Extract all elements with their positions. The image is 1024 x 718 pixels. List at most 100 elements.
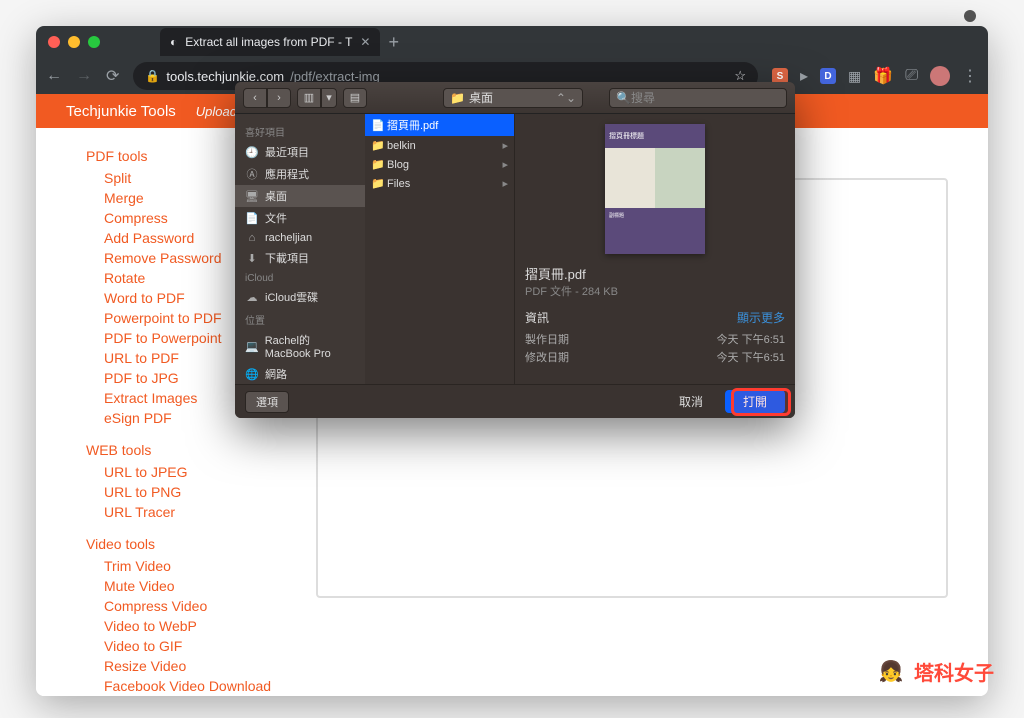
- minimize-window-button[interactable]: [68, 36, 80, 48]
- sidebar-item-icon: 📄: [245, 212, 259, 225]
- sidebar-item[interactable]: 💻 Rachel的 MacBook Pro: [235, 329, 365, 363]
- chevron-right-icon: ▸: [502, 158, 508, 171]
- tab-favicon: ◐: [170, 35, 177, 49]
- sidebar-link[interactable]: Trim Video: [86, 556, 286, 576]
- thumb-header: 摺頁冊標題: [605, 124, 705, 148]
- sidebar-section-header: iCloud: [235, 269, 365, 286]
- meta-value: 今天 下午6:51: [717, 349, 785, 365]
- tab-close-button[interactable]: ✕: [360, 35, 370, 49]
- sidebar-item[interactable]: ⌂ racheljian: [235, 229, 365, 247]
- sidebar-link[interactable]: URL to PNG: [86, 482, 286, 502]
- path-selector[interactable]: 📁 桌面 ⌃⌄: [443, 88, 583, 108]
- watermark: 👧 塔科女子: [874, 654, 994, 688]
- dialog-sidebar: 喜好項目🕘最近項目Ⓐ應用程式🖥桌面📄文件 ⌂ racheljian ⬇ 下載項目 iClo…: [235, 114, 365, 384]
- titlebar: ◐ Extract all images from PDF - T ✕ +: [36, 26, 988, 58]
- sidebar-link[interactable]: Video to WebP: [86, 616, 286, 636]
- brand-title: Techjunkie Tools: [66, 103, 176, 120]
- preview-meta: 摺頁冊.pdf PDF 文件 - 284 KB 資訊 顯示更多 製作日期今天 下…: [525, 264, 785, 366]
- search-input[interactable]: 🔍 搜尋: [609, 88, 787, 108]
- sidebar-item-label: racheljian: [265, 232, 312, 244]
- file-row[interactable]: 📁 belkin ▸: [365, 136, 514, 155]
- sidebar-item-label: 桌面: [265, 188, 287, 204]
- sidebar-item-icon: 🌐: [245, 368, 259, 381]
- sidebar-link[interactable]: URL to JPEG: [86, 462, 286, 482]
- ext-icon-grid[interactable]: ▦: [848, 68, 861, 85]
- nav-fwd-icon[interactable]: ›: [267, 88, 291, 108]
- new-tab-button[interactable]: +: [388, 32, 399, 53]
- search-icon: 🔍: [616, 91, 631, 105]
- sidebar-item[interactable]: 🕘最近項目: [235, 141, 365, 163]
- nav-forward-button[interactable]: →: [76, 67, 92, 85]
- sidebar-item-label: 下載項目: [265, 250, 309, 266]
- ext-icon-play[interactable]: ▸: [800, 66, 808, 86]
- nav-back-button[interactable]: ←: [46, 67, 62, 85]
- nav-back-icon[interactable]: ‹: [243, 88, 267, 108]
- folder-icon: 📁: [371, 139, 383, 152]
- file-name: 摺頁冊.pdf: [387, 117, 438, 133]
- preview-fileinfo: PDF 文件 - 284 KB: [525, 283, 785, 299]
- sidebar-item-icon: ⌂: [245, 232, 259, 244]
- search-placeholder: 搜尋: [631, 89, 655, 106]
- close-window-button[interactable]: [48, 36, 60, 48]
- sidebar-item-icon: 💻: [245, 340, 259, 353]
- preview-thumbnail: 摺頁冊標題 副標題: [605, 124, 705, 254]
- file-row[interactable]: 📄 摺頁冊.pdf: [365, 114, 514, 136]
- sidebar-item-label: 最近項目: [265, 144, 309, 160]
- sidebar-item[interactable]: 🌐 網路: [235, 363, 365, 384]
- chevron-right-icon: ▸: [502, 139, 508, 152]
- view-dropdown-icon[interactable]: ▾: [321, 88, 337, 108]
- file-name: belkin: [387, 140, 416, 152]
- file-row[interactable]: 📁 Blog ▸: [365, 155, 514, 174]
- highlight-annotation: [731, 388, 791, 416]
- menu-button[interactable]: ⋮: [962, 66, 978, 86]
- profile-avatar[interactable]: [930, 66, 950, 86]
- sidebar-link[interactable]: Facebook Video Download: [86, 676, 286, 696]
- dialog-body: 喜好項目🕘最近項目Ⓐ應用程式🖥桌面📄文件 ⌂ racheljian ⬇ 下載項目 iClo…: [235, 114, 795, 384]
- sidebar-item[interactable]: ☁iCloud雲碟: [235, 286, 365, 308]
- sidebar-link[interactable]: Compress Video: [86, 596, 286, 616]
- sidebar-group-title[interactable]: Video tools: [86, 536, 286, 552]
- sidebar-item-label: 網路: [265, 366, 287, 382]
- sidebar-link[interactable]: URL Tracer: [86, 502, 286, 522]
- view-columns-icon[interactable]: ▥: [297, 88, 321, 108]
- browser-tab[interactable]: ◐ Extract all images from PDF - T ✕: [160, 28, 380, 56]
- folder-icon: 📁: [371, 177, 383, 190]
- file-open-dialog: ‹ › ▥ ▾ ▤ 📁 桌面 ⌃⌄ 🔍 搜尋 喜好項目🕘最近項目Ⓐ應用程式🖥桌面…: [235, 82, 795, 418]
- sidebar-item-label: iCloud雲碟: [265, 289, 318, 305]
- dialog-toolbar: ‹ › ▥ ▾ ▤ 📁 桌面 ⌃⌄ 🔍 搜尋: [235, 82, 795, 114]
- file-icon: 📄: [371, 119, 383, 132]
- maximize-window-button[interactable]: [88, 36, 100, 48]
- path-label: 桌面: [469, 89, 493, 106]
- ext-icon-d[interactable]: D: [820, 68, 836, 84]
- file-name: Files: [387, 178, 410, 190]
- sidebar-section-header: 喜好項目: [235, 120, 365, 141]
- chevron-right-icon: ▸: [502, 177, 508, 190]
- file-name: Blog: [387, 159, 409, 171]
- cancel-button[interactable]: 取消: [665, 391, 717, 412]
- cast-icon[interactable]: ⎚: [905, 67, 918, 85]
- folder-icon: 📁: [371, 158, 383, 171]
- sidebar-item-icon: ⬇: [245, 252, 259, 265]
- tab-title: Extract all images from PDF - T: [185, 35, 352, 49]
- sidebar-link[interactable]: Resize Video: [86, 656, 286, 676]
- show-more-link[interactable]: 顯示更多: [737, 309, 785, 326]
- sidebar-link[interactable]: Video to GIF: [86, 636, 286, 656]
- meta-row: 製作日期今天 下午6:51: [525, 330, 785, 348]
- chevron-updown-icon: ⌃⌄: [556, 91, 576, 105]
- watermark-text: 塔科女子: [914, 657, 994, 686]
- sidebar-item[interactable]: Ⓐ應用程式: [235, 163, 365, 185]
- sidebar-item[interactable]: ⬇ 下載項目: [235, 247, 365, 269]
- sidebar-item[interactable]: 📄文件: [235, 207, 365, 229]
- sidebar-link[interactable]: Mute Video: [86, 576, 286, 596]
- options-button[interactable]: 選項: [245, 391, 289, 413]
- traffic-lights: [48, 36, 100, 48]
- reload-button[interactable]: ⟳: [106, 66, 119, 86]
- meta-row: 修改日期今天 下午6:51: [525, 348, 785, 366]
- sidebar-item[interactable]: 🖥桌面: [235, 185, 365, 207]
- preview-filename: 摺頁冊.pdf: [525, 264, 785, 283]
- sidebar-group-title[interactable]: WEB tools: [86, 442, 286, 458]
- ext-icon-gift[interactable]: 🎁: [873, 66, 893, 86]
- sidebar-item-label: Rachel的 MacBook Pro: [265, 332, 355, 360]
- group-icon[interactable]: ▤: [343, 88, 367, 108]
- file-row[interactable]: 📁 Files ▸: [365, 174, 514, 193]
